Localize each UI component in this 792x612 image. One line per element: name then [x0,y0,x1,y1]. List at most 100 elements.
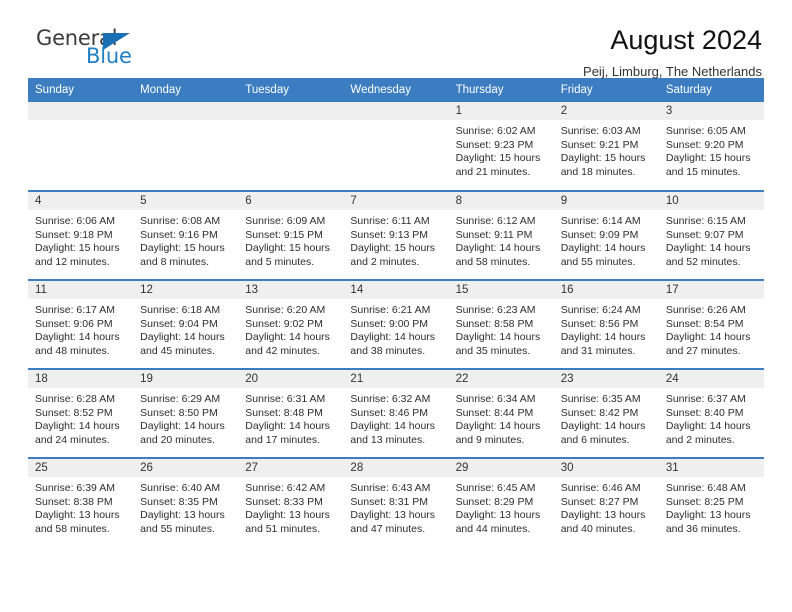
sunset-text: Sunset: 8:33 PM [245,495,323,508]
sunset-text: Sunset: 9:13 PM [350,228,429,241]
daylight-text-line1: Daylight: 14 hours [665,331,751,344]
daylight-text-line2: and 38 minutes. [350,344,426,357]
calendar-table: Sunday Monday Tuesday Wednesday Thursday Frid… [28,78,764,547]
day-number [28,102,134,120]
calendar-day-cell[interactable]: 31 Sunrise: 6:48 AM Sunset: 8:25 PM Dayligh… [658,457,764,547]
calendar-day-cell[interactable]: 3 Sunrise: 6:05 AM Sunset: 9:20 PM Daylight… [658,102,764,191]
weekday-header-monday: Monday [133,78,239,102]
calendar-day-cell[interactable]: 12 Sunrise: 6:18 AM Sunset: 9:04 PM Dayligh… [133,279,239,369]
calendar-day-cell[interactable]: 22 Sunrise: 6:34 AM Sunset: 8:44 PM Dayligh… [448,368,554,458]
day-number: 10 [658,192,764,210]
calendar-day-cell[interactable]: 5 Sunrise: 6:08 AM Sunset: 9:16 PM Daylight… [133,190,239,280]
day-number: 27 [238,459,344,477]
day-details: Sunrise: 6:40 AM Sunset: 8:35 PM Daylight:… [133,477,238,536]
calendar-day-cell[interactable]: 4 Sunrise: 6:06 AM Sunset: 9:18 PM Daylight… [28,190,134,280]
sunset-text: Sunset: 9:07 PM [665,228,744,241]
sunset-text: Sunset: 9:23 PM [455,138,534,151]
sunset-text: Sunset: 9:20 PM [665,138,744,151]
calendar-day-cell[interactable]: 25 Sunrise: 6:39 AM Sunset: 8:38 PM Dayligh… [28,457,134,547]
daylight-text-line1: Daylight: 15 hours [35,242,120,255]
calendar-body: 1 Sunrise: 6:02 AM Sunset: 9:23 PM Daylight… [28,102,764,547]
calendar-day-cell[interactable]: 27 Sunrise: 6:42 AM Sunset: 8:33 PM Dayligh… [238,457,344,547]
sunrise-text: Sunrise: 6:40 AM [140,482,221,494]
daylight-text-line2: and 48 minutes. [35,344,110,357]
daylight-text-line2: and 9 minutes. [455,433,525,446]
calendar-day-cell[interactable]: 14 Sunrise: 6:21 AM Sunset: 9:00 PM Dayligh… [343,279,449,369]
calendar-day-cell-empty [133,102,239,191]
day-number: 30 [553,459,659,477]
calendar-day-cell[interactable]: 16 Sunrise: 6:24 AM Sunset: 8:56 PM Dayligh… [553,279,659,369]
sunset-text: Sunset: 8:35 PM [140,495,218,508]
sunrise-text: Sunrise: 6:39 AM [35,482,115,494]
daylight-text-line2: and 42 minutes. [245,344,320,357]
calendar-day-cell[interactable]: 1 Sunrise: 6:02 AM Sunset: 9:23 PM Daylight… [448,102,554,191]
calendar-day-cell[interactable]: 28 Sunrise: 6:43 AM Sunset: 8:31 PM Dayligh… [343,457,449,547]
calendar-day-cell[interactable]: 15 Sunrise: 6:23 AM Sunset: 8:58 PM Dayligh… [448,279,554,369]
day-details: Sunrise: 6:32 AM Sunset: 8:46 PM Daylight:… [343,388,448,447]
daylight-text-line2: and 44 minutes. [455,522,531,535]
calendar-day-cell[interactable]: 8 Sunrise: 6:12 AM Sunset: 9:11 PM Daylight… [448,190,554,280]
day-details: Sunrise: 6:23 AM Sunset: 8:58 PM Daylight:… [449,299,554,358]
day-details: Sunrise: 6:20 AM Sunset: 9:02 PM Daylight:… [238,299,343,358]
calendar-day-cell[interactable]: 20 Sunrise: 6:31 AM Sunset: 8:48 PM Dayligh… [238,368,344,458]
daylight-text-line1: Daylight: 13 hours [455,509,541,522]
day-number: 26 [133,459,239,477]
sunrise-text: Sunrise: 6:02 AM [455,125,536,137]
calendar-day-cell[interactable]: 7 Sunrise: 6:11 AM Sunset: 9:13 PM Daylight… [343,190,449,280]
sunrise-text: Sunrise: 6:20 AM [245,304,326,316]
sunrise-text: Sunrise: 6:46 AM [560,482,641,494]
general-blue-logo[interactable]: General Blue [28,24,178,74]
daylight-text-line2: and 12 minutes. [35,255,110,268]
day-number: 6 [238,192,344,210]
sunset-text: Sunset: 8:31 PM [350,495,429,508]
sunrise-text: Sunrise: 6:11 AM [350,215,430,227]
sunset-text: Sunset: 8:50 PM [140,406,218,419]
day-details: Sunrise: 6:08 AM Sunset: 9:16 PM Daylight:… [133,210,238,269]
calendar-day-cell[interactable]: 11 Sunrise: 6:17 AM Sunset: 9:06 PM Dayligh… [28,279,134,369]
sunset-text: Sunset: 9:18 PM [35,228,113,241]
day-number: 24 [658,370,764,388]
sunrise-text: Sunrise: 6:35 AM [560,393,641,405]
calendar-day-cell[interactable]: 2 Sunrise: 6:03 AM Sunset: 9:21 PM Daylight… [553,102,659,191]
calendar-day-cell[interactable]: 9 Sunrise: 6:14 AM Sunset: 9:09 PM Daylight… [553,190,659,280]
daylight-text-line2: and 13 minutes. [350,433,426,446]
sunrise-text: Sunrise: 6:12 AM [455,215,536,227]
daylight-text-line2: and 5 minutes. [245,255,315,268]
day-number: 12 [133,281,239,299]
calendar-day-cell[interactable]: 10 Sunrise: 6:15 AM Sunset: 9:07 PM Dayligh… [658,190,764,280]
weekday-header-tuesday: Tuesday [238,78,344,102]
calendar-day-cell[interactable]: 6 Sunrise: 6:09 AM Sunset: 9:15 PM Daylight… [238,190,344,280]
daylight-text-line2: and 47 minutes. [350,522,426,535]
day-number [343,102,449,120]
daylight-text-line2: and 45 minutes. [140,344,215,357]
sunrise-text: Sunrise: 6:48 AM [665,482,746,494]
calendar-day-cell[interactable]: 29 Sunrise: 6:45 AM Sunset: 8:29 PM Dayligh… [448,457,554,547]
page-subtitle: Peij, Limburg, The Netherlands [583,64,762,79]
day-number: 20 [238,370,344,388]
daylight-text-line1: Daylight: 14 hours [455,242,541,255]
day-number: 22 [448,370,554,388]
daylight-text-line1: Daylight: 14 hours [35,331,120,344]
calendar-day-cell[interactable]: 24 Sunrise: 6:37 AM Sunset: 8:40 PM Dayligh… [658,368,764,458]
daylight-text-line1: Daylight: 14 hours [245,420,330,433]
title-block: August 2024 Peij, Limburg, The Netherlan… [583,24,764,80]
sunrise-text: Sunrise: 6:37 AM [665,393,746,405]
day-number: 4 [28,192,134,210]
calendar-day-cell[interactable]: 19 Sunrise: 6:29 AM Sunset: 8:50 PM Dayligh… [133,368,239,458]
day-details: Sunrise: 6:11 AM Sunset: 9:13 PM Daylight:… [343,210,448,269]
day-details: Sunrise: 6:24 AM Sunset: 8:56 PM Daylight:… [554,299,659,358]
daylight-text-line1: Daylight: 15 hours [245,242,330,255]
calendar-day-cell[interactable]: 26 Sunrise: 6:40 AM Sunset: 8:35 PM Dayligh… [133,457,239,547]
calendar-day-cell[interactable]: 17 Sunrise: 6:26 AM Sunset: 8:54 PM Dayligh… [658,279,764,369]
day-number: 8 [448,192,554,210]
daylight-text-line1: Daylight: 15 hours [140,242,225,255]
calendar-day-cell[interactable]: 18 Sunrise: 6:28 AM Sunset: 8:52 PM Dayligh… [28,368,134,458]
day-number: 19 [133,370,239,388]
calendar-day-cell[interactable]: 21 Sunrise: 6:32 AM Sunset: 8:46 PM Dayligh… [343,368,449,458]
sunrise-text: Sunrise: 6:45 AM [455,482,536,494]
sunrise-text: Sunrise: 6:17 AM [35,304,115,316]
calendar-day-cell[interactable]: 13 Sunrise: 6:20 AM Sunset: 9:02 PM Dayligh… [238,279,344,369]
calendar-day-cell[interactable]: 23 Sunrise: 6:35 AM Sunset: 8:42 PM Dayligh… [553,368,659,458]
calendar-day-cell[interactable]: 30 Sunrise: 6:46 AM Sunset: 8:27 PM Dayligh… [553,457,659,547]
day-number: 2 [553,102,659,120]
